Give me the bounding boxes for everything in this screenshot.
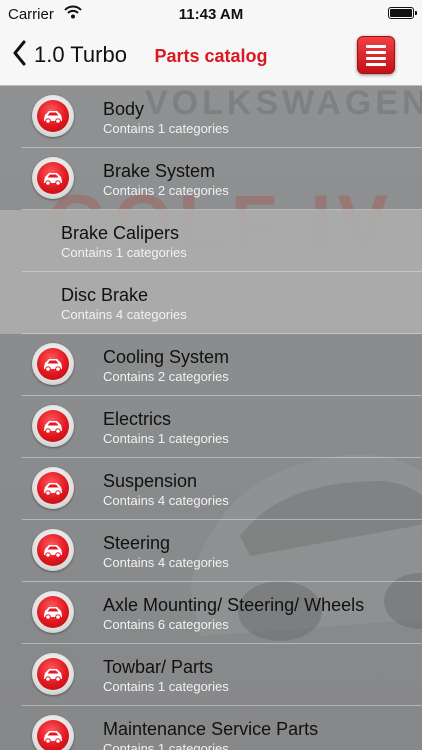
list-item[interactable]: Brake System Contains 2 categories xyxy=(0,148,422,210)
list-item[interactable]: Maintenance Service Parts Contains 1 cat… xyxy=(0,706,422,750)
list-item-title: Brake System xyxy=(103,161,216,181)
car-icon xyxy=(32,653,74,695)
list-item[interactable]: Electrics Contains 1 categories xyxy=(0,396,422,458)
car-icon xyxy=(32,467,74,509)
sub-list-item[interactable]: Disc Brake Contains 4 categories xyxy=(0,272,422,334)
list-item-subtitle: Contains 1 categories xyxy=(103,741,229,750)
sub-list-item[interactable]: Brake Calipers Contains 1 categories xyxy=(0,210,422,272)
list-item-subtitle: Contains 4 categories xyxy=(61,307,187,322)
battery-icon xyxy=(388,7,417,19)
list-item[interactable]: Body Contains 1 categories xyxy=(0,86,422,148)
list-item-subtitle: Contains 1 categories xyxy=(103,121,229,136)
car-icon xyxy=(32,591,74,633)
list-item-subtitle: Contains 4 categories xyxy=(103,493,229,508)
menu-button[interactable] xyxy=(357,36,395,74)
list-item-title: Towbar/ Parts xyxy=(103,657,214,677)
clock: 11:43 AM xyxy=(178,6,244,23)
app-screen: Carrier 11:43 AM 1.0 Turbo Parts catalog… xyxy=(0,0,422,750)
list-item-subtitle: Contains 1 categories xyxy=(61,245,187,260)
list-item-title: Electrics xyxy=(103,409,172,429)
list-item[interactable]: Axle Mounting/ Steering/ Wheels Contains… xyxy=(0,582,422,644)
back-button[interactable]: 1.0 Turbo xyxy=(12,39,127,71)
list-item-title: Cooling System xyxy=(103,347,230,367)
list-item-title: Maintenance Service Parts xyxy=(103,719,319,739)
list-item-subtitle: Contains 1 categories xyxy=(103,679,229,694)
list-item[interactable]: Suspension Contains 4 categories xyxy=(0,458,422,520)
list-item-title: Disc Brake xyxy=(61,285,149,305)
list-item-subtitle: Contains 4 categories xyxy=(103,555,229,570)
list-item-title: Brake Calipers xyxy=(61,223,180,243)
list-item[interactable]: Towbar/ Parts Contains 1 categories xyxy=(0,644,422,706)
parts-list[interactable]: VOLKSWAGEN GOLF IV Body Contains 1 categ… xyxy=(0,86,422,750)
list-item-subtitle: Contains 2 categories xyxy=(103,369,229,384)
car-icon xyxy=(32,405,74,447)
list-item-subtitle: Contains 6 categories xyxy=(103,617,229,632)
list-item-title: Body xyxy=(103,99,145,119)
car-icon xyxy=(32,529,74,571)
list-item[interactable]: Steering Contains 4 categories xyxy=(0,520,422,582)
list-item-title: Steering xyxy=(103,533,171,553)
car-icon xyxy=(32,343,74,385)
chevron-left-icon xyxy=(12,40,26,71)
car-icon xyxy=(32,715,74,750)
list-item-title: Suspension xyxy=(103,471,198,491)
back-label: 1.0 Turbo xyxy=(34,42,127,67)
status-bar: Carrier 11:43 AM xyxy=(0,0,422,28)
list-item-subtitle: Contains 1 categories xyxy=(103,431,229,446)
car-icon xyxy=(32,95,74,137)
list-item-title: Axle Mounting/ Steering/ Wheels xyxy=(103,595,365,615)
car-icon xyxy=(32,157,74,199)
navigation-bar: 1.0 Turbo Parts catalog xyxy=(0,28,422,86)
list-item-subtitle: Contains 2 categories xyxy=(103,183,229,198)
list-item[interactable]: Cooling System Contains 2 categories xyxy=(0,334,422,396)
